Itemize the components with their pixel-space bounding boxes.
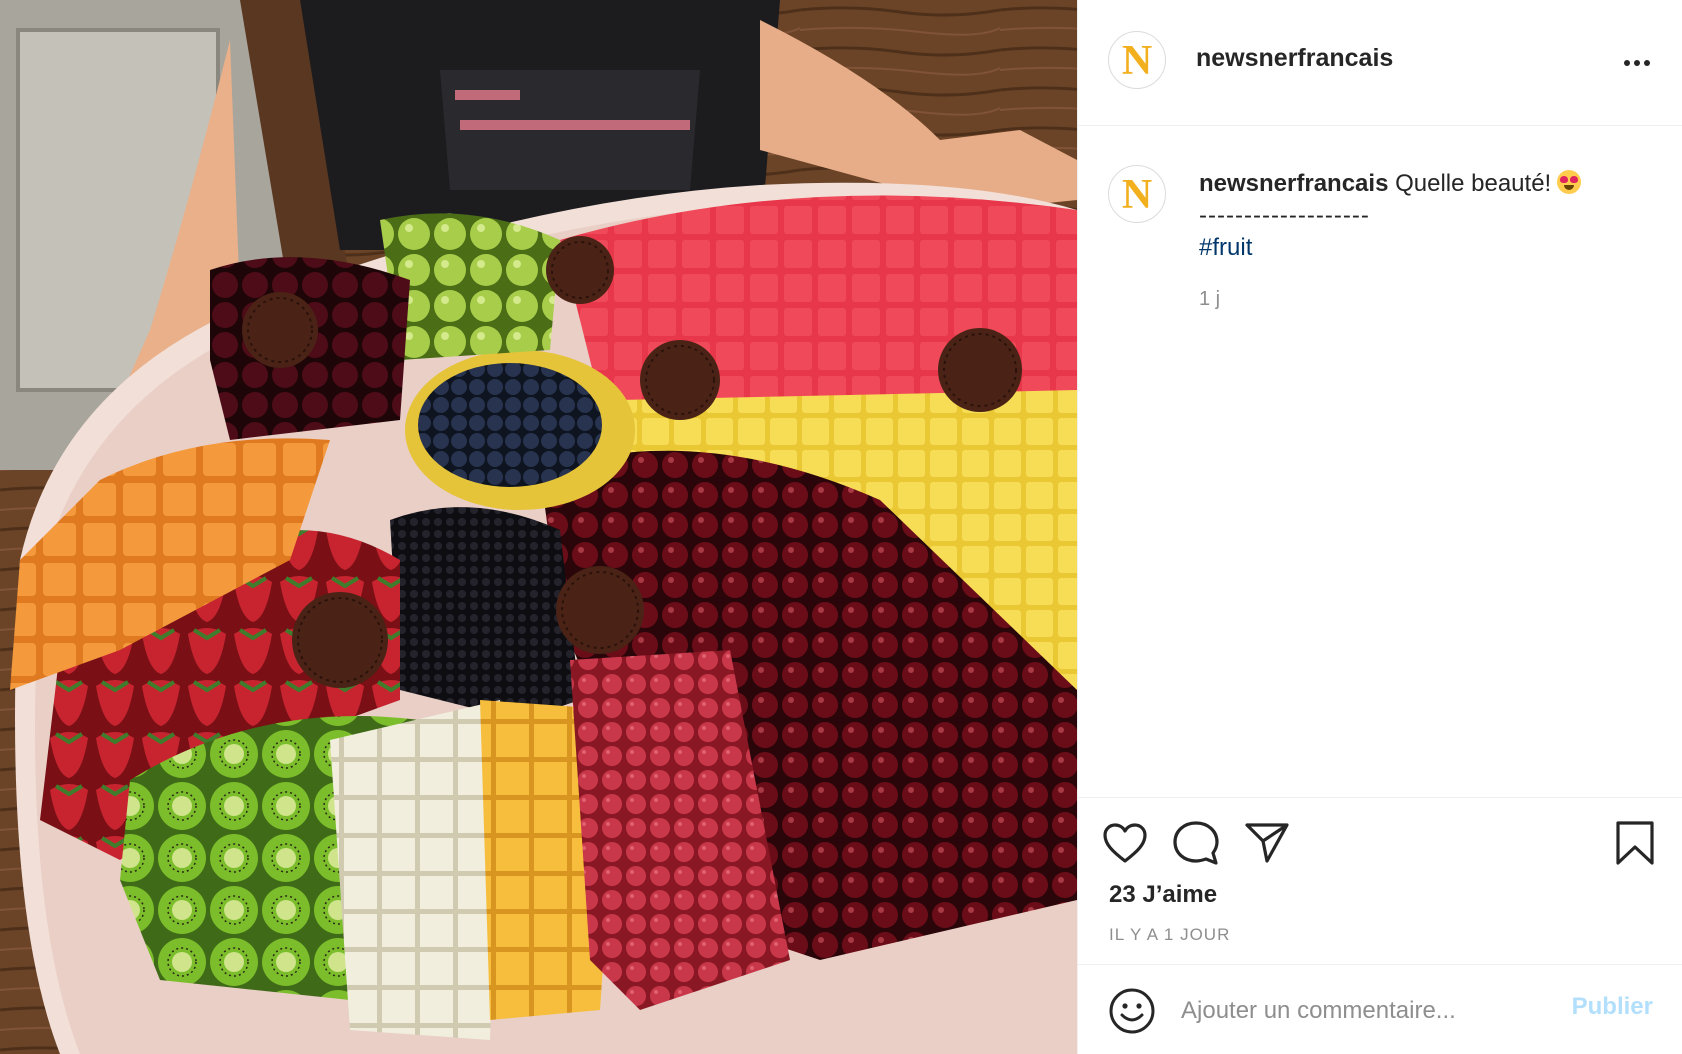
heart-icon-svg (1103, 823, 1147, 863)
smiley-icon[interactable] (1108, 987, 1156, 1035)
caption-text: Quelle beauté! (1395, 170, 1552, 197)
likes-count[interactable]: 23 J’aime (1109, 881, 1217, 909)
avatar-letter: N (1121, 172, 1153, 218)
account-avatar[interactable]: N (1108, 31, 1166, 89)
dot (1624, 60, 1630, 66)
avatar-letter: N (1121, 38, 1153, 84)
caption: newsnerfrancais Quelle beauté! ---------… (1199, 168, 1654, 264)
comment-bubble-icon[interactable] (1171, 818, 1221, 868)
emoji-mouth (1564, 185, 1575, 190)
account-username[interactable]: newsnerfrancais (1196, 44, 1393, 73)
post-side-panel: N newsnerfrancais N newsnerfrancais Quel… (1077, 0, 1682, 1054)
hashtag-link[interactable]: #fruit (1199, 232, 1654, 264)
more-options-icon[interactable] (1617, 48, 1657, 78)
comment-bar: Publier (1078, 964, 1682, 1054)
bookmark-icon-svg (1616, 821, 1654, 865)
dot (1634, 60, 1640, 66)
caption-username[interactable]: newsnerfrancais (1199, 170, 1388, 197)
caption-separator: ------------------- (1199, 202, 1370, 229)
post-image[interactable] (0, 0, 1077, 1054)
heart-icon[interactable] (1100, 818, 1150, 868)
bookmark-icon[interactable] (1610, 818, 1660, 868)
publish-button[interactable]: Publier (1572, 993, 1653, 1021)
post-header: N newsnerfrancais (1078, 0, 1682, 126)
comment-icon-svg (1173, 821, 1219, 865)
post-actions: 23 J’aime IL Y A 1 JOUR (1078, 797, 1682, 964)
caption-avatar[interactable]: N (1108, 165, 1166, 223)
posted-time: IL Y A 1 JOUR (1109, 925, 1231, 944)
comment-input[interactable] (1181, 989, 1541, 1033)
dot (1644, 60, 1650, 66)
caption-time: 1 j (1199, 288, 1221, 310)
share-icon-svg (1245, 823, 1289, 863)
heart-eyes-emoji-icon (1557, 170, 1582, 194)
paper-plane-icon[interactable] (1242, 818, 1292, 868)
caption-area: N newsnerfrancais Quelle beauté! -------… (1078, 127, 1682, 797)
